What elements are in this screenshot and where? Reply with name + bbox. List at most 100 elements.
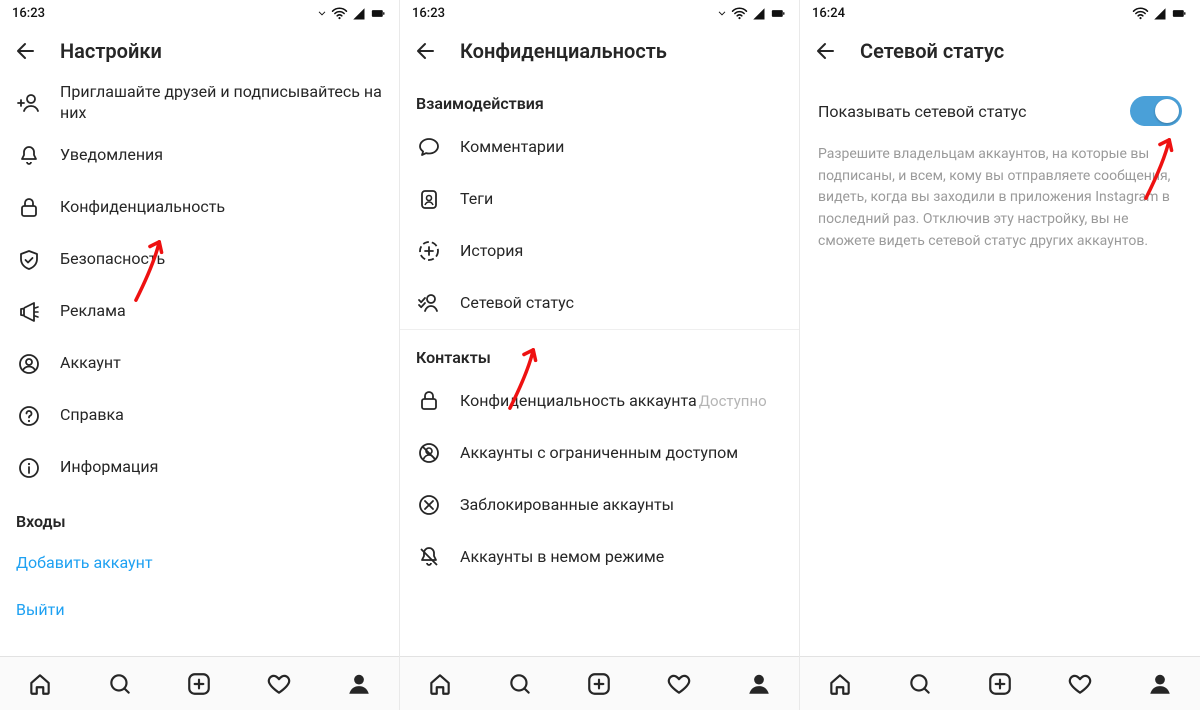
content: Показывать сетевой статус Разрешите влад… — [800, 76, 1200, 656]
row-restricted[interactable]: Аккаунты с ограниченным доступом — [400, 427, 799, 479]
bell-icon — [16, 144, 42, 168]
nav-home[interactable] — [420, 664, 460, 704]
nav-activity[interactable] — [1060, 664, 1100, 704]
row-notifications[interactable]: Уведомления — [0, 130, 399, 182]
battery-icon — [369, 6, 387, 21]
screen-privacy: 16:23 Конфиденциальность Взаимодействия … — [400, 0, 800, 710]
add-post-icon — [987, 671, 1013, 697]
nav-search[interactable] — [500, 664, 540, 704]
page-title: Конфиденциальность — [460, 39, 667, 63]
toggle-label: Показывать сетевой статус — [818, 102, 1026, 121]
nav-add[interactable] — [980, 664, 1020, 704]
status-icons — [716, 5, 787, 22]
wifi-icon — [331, 5, 348, 22]
row-blocked[interactable]: Заблокированные аккаунты — [400, 479, 799, 531]
row-account-privacy[interactable]: Конфиденциальность аккаунтаДоступно — [400, 375, 799, 427]
row-label: Уведомления — [60, 145, 163, 166]
row-comments[interactable]: Комментарии — [400, 121, 799, 173]
add-post-icon — [586, 671, 612, 697]
search-icon — [907, 671, 933, 697]
nav-profile[interactable] — [739, 664, 779, 704]
row-tags[interactable]: Теги — [400, 173, 799, 225]
status-time: 16:23 — [12, 6, 45, 21]
story-icon — [416, 239, 442, 263]
signal-icon — [751, 6, 766, 21]
nav-profile[interactable] — [1140, 664, 1180, 704]
row-label: История — [460, 241, 523, 262]
header: Настройки — [0, 26, 399, 76]
profile-icon — [346, 671, 372, 697]
battery-icon — [1170, 6, 1188, 21]
search-icon — [107, 671, 133, 697]
row-label: Конфиденциальность — [60, 197, 225, 218]
row-label: Сетевой статус — [460, 293, 574, 314]
signal-icon — [1152, 6, 1167, 21]
shield-icon — [16, 248, 42, 272]
status-icons — [1132, 5, 1188, 22]
row-privacy[interactable]: Конфиденциальность — [0, 182, 399, 234]
heart-icon — [1067, 671, 1093, 697]
row-invite-friends[interactable]: Приглашайте друзей и подписывайтесь на н… — [0, 76, 399, 130]
back-arrow-icon — [14, 39, 38, 63]
row-account[interactable]: Аккаунт — [0, 338, 399, 390]
search-icon — [507, 671, 533, 697]
row-story[interactable]: История — [400, 225, 799, 277]
back-arrow-icon — [814, 39, 838, 63]
heart-icon — [666, 671, 692, 697]
nav-search[interactable] — [100, 664, 140, 704]
row-label: Конфиденциальность аккаунтаДоступно — [460, 391, 767, 412]
status-time: 16:23 — [412, 6, 445, 21]
row-activity-status[interactable]: Сетевой статус — [400, 277, 799, 329]
page-title: Сетевой статус — [860, 39, 1004, 63]
nav-activity[interactable] — [659, 664, 699, 704]
activity-icon — [416, 291, 442, 315]
screen-settings: 16:23 Настройки Приглашайте друзей и под… — [0, 0, 400, 710]
nav-profile[interactable] — [339, 664, 379, 704]
row-info[interactable]: Информация — [0, 442, 399, 494]
header: Сетевой статус — [800, 26, 1200, 76]
add-post-icon — [186, 671, 212, 697]
nav-add[interactable] — [579, 664, 619, 704]
add-account-link[interactable]: Добавить аккаунт — [0, 539, 399, 586]
dropdown-icon — [316, 7, 328, 19]
lock-icon — [16, 196, 42, 220]
status-time: 16:24 — [812, 6, 845, 21]
blocked-icon — [416, 493, 442, 517]
row-help[interactable]: Справка — [0, 390, 399, 442]
back-button[interactable] — [14, 39, 38, 63]
battery-icon — [769, 6, 787, 21]
tag-icon — [416, 187, 442, 211]
back-arrow-icon — [414, 39, 438, 63]
nav-home[interactable] — [820, 664, 860, 704]
row-label: Теги — [460, 189, 493, 210]
home-icon — [827, 671, 853, 697]
nav-add[interactable] — [179, 664, 219, 704]
row-security[interactable]: Безопасность — [0, 234, 399, 286]
back-button[interactable] — [414, 39, 438, 63]
page-title: Настройки — [60, 39, 162, 63]
nav-search[interactable] — [900, 664, 940, 704]
bottom-nav — [0, 656, 399, 710]
status-bar: 16:23 — [400, 0, 799, 26]
content: Взаимодействия Комментарии Теги История … — [400, 76, 799, 656]
status-bar: 16:23 — [0, 0, 399, 26]
row-ads[interactable]: Реклама — [0, 286, 399, 338]
row-label: Заблокированные аккаунты — [460, 495, 674, 516]
row-label: Аккаунты с ограниченным доступом — [460, 443, 738, 464]
muted-icon — [416, 545, 442, 569]
back-button[interactable] — [814, 39, 838, 63]
wifi-icon — [1132, 5, 1149, 22]
row-sublabel: Доступно — [699, 392, 767, 410]
add-user-icon — [16, 91, 42, 115]
logout-link[interactable]: Выйти — [0, 586, 399, 633]
nav-home[interactable] — [20, 664, 60, 704]
row-muted[interactable]: Аккаунты в немом режиме — [400, 531, 799, 583]
row-label: Аккаунт — [60, 353, 121, 374]
show-activity-status-toggle[interactable] — [1130, 96, 1182, 126]
wifi-icon — [731, 5, 748, 22]
bottom-nav — [800, 656, 1200, 710]
row-label: Безопасность — [60, 249, 165, 270]
row-label: Приглашайте друзей и подписывайтесь на н… — [60, 82, 383, 124]
row-label: Справка — [60, 405, 124, 426]
nav-activity[interactable] — [259, 664, 299, 704]
